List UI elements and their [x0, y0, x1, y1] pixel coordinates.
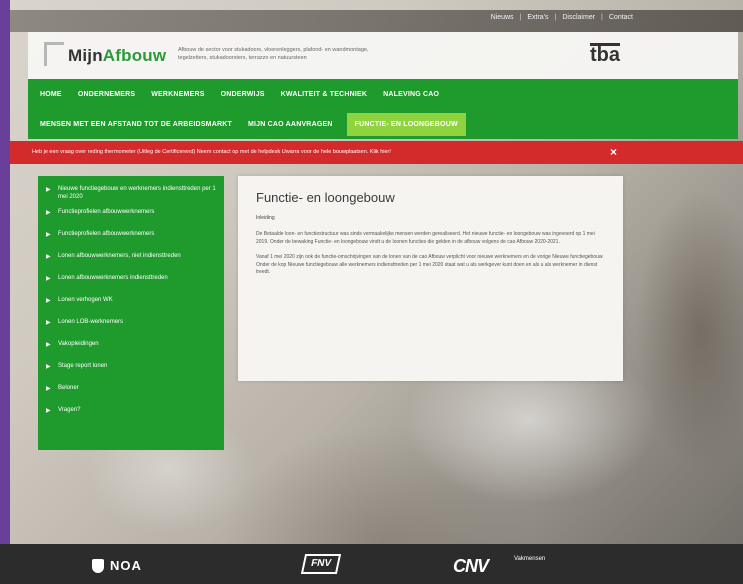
sidebar-item[interactable]: ▶ Functieprofielen afbouwwerknemers [38, 227, 224, 249]
main-nav-row-2: MENSEN MET EEN AFSTAND TOT DE ARBEIDSMAR… [28, 109, 738, 139]
sidebar-item[interactable]: ▶ Lonen afbouwwerknemers, niet indiensttr… [38, 249, 224, 271]
nav-kwaliteit-techniek[interactable]: KWALITEIT & TECHNIEK [279, 91, 369, 98]
top-link-contact[interactable]: Contact [609, 14, 633, 21]
chevron-right-icon: ▶ [46, 320, 51, 326]
logo-suffix: Afbouw [102, 46, 167, 65]
tba-logo[interactable]: tba [590, 43, 620, 65]
content-paragraph: De Betaalde loon- en functiestructuur wa… [256, 231, 595, 245]
page-background: Nieuws | Extra's | Disclaimer | Contact … [10, 0, 743, 584]
noa-logo[interactable]: NOA [92, 558, 142, 573]
nav-werknemers[interactable]: WERKNEMERS [149, 91, 206, 98]
top-links: Nieuws | Extra's | Disclaimer | Contact [491, 14, 633, 21]
close-icon[interactable]: × [610, 145, 617, 159]
sidebar-item[interactable]: ▶ Beloner [38, 381, 224, 403]
cnv-logo[interactable]: CNV [453, 556, 489, 577]
logo-icon[interactable] [44, 42, 64, 66]
separator: | [601, 14, 603, 21]
sidebar-item[interactable]: ▶ Nieuwe functiegebouw en werknemers indi… [38, 182, 224, 205]
top-utility-bar [10, 10, 743, 32]
content-panel: Functie- en loongebouw Inleiding De Beta… [238, 176, 623, 381]
alert-text[interactable]: Heb je een vraag over reding thermometer… [32, 149, 391, 155]
sidebar-menu: ▶ Nieuwe functiegebouw en werknemers indi… [38, 176, 224, 450]
chevron-right-icon: ▶ [46, 232, 51, 238]
chevron-right-icon: ▶ [46, 386, 51, 392]
nav-onderwijs[interactable]: ONDERWIJS [219, 91, 267, 98]
main-nav-row-1: HOME ONDERNEMERS WERKNEMERS ONDERWIJS KW… [28, 79, 738, 109]
cnv-vakmensen-label: Vakmensen [514, 556, 546, 562]
chevron-right-icon: ▶ [46, 298, 51, 304]
nav-home[interactable]: HOME [38, 91, 64, 98]
chevron-right-icon: ▶ [46, 408, 51, 414]
chevron-right-icon: ▶ [46, 187, 51, 193]
sidebar-item[interactable]: ▶ Lonen afbouwwerknemers indiensttreden [38, 271, 224, 293]
sidebar-item[interactable]: ▶ Vragen? [38, 403, 224, 425]
chevron-right-icon: ▶ [46, 364, 51, 370]
alert-banner: Heb je een vraag over reding thermometer… [10, 141, 743, 164]
chevron-right-icon: ▶ [46, 254, 51, 260]
noa-label: NOA [110, 558, 142, 573]
shield-icon [92, 558, 104, 573]
logo-prefix: Mijn [68, 46, 103, 65]
nav-naleving-cao[interactable]: NALEVING CAO [381, 91, 441, 98]
chevron-right-icon: ▶ [46, 210, 51, 216]
nav-functie-loongebouw[interactable]: FUNCTIE- EN LOONGEBOUW [346, 112, 466, 136]
top-link-extras[interactable]: Extra's [527, 14, 548, 21]
site-logo[interactable]: MijnAfbouw [68, 46, 166, 66]
site-tagline: Afbouw de sector voor stukadoors, vloere… [178, 47, 369, 61]
nav-mijn-cao[interactable]: MIJN CAO AANVRAGEN [246, 121, 335, 128]
nav-ondernemers[interactable]: ONDERNEMERS [76, 91, 137, 98]
chevron-right-icon: ▶ [46, 276, 51, 282]
sidebar-item[interactable]: ▶ Lonen LOB-werknemers [38, 315, 224, 337]
site-header: MijnAfbouw Afbouw de sector voor stukado… [28, 32, 738, 79]
sidebar-item[interactable]: ▶ Functieprofielen afbouwwerknemers [38, 205, 224, 227]
section-subtitle: Inleiding [256, 215, 275, 221]
separator: | [554, 14, 557, 21]
sidebar-item[interactable]: ▶ Stage report lonen [38, 359, 224, 381]
top-link-disclaimer[interactable]: Disclaimer [562, 14, 595, 21]
sidebar-item[interactable]: ▶ Vakopleidingen [38, 337, 224, 359]
nav-afstand-arbeidsmarkt[interactable]: MENSEN MET EEN AFSTAND TOT DE ARBEIDSMAR… [38, 121, 234, 128]
content-paragraph: Vanaf 1 mei 2020 zijn ook de functie-oms… [256, 254, 604, 275]
page-title: Functie- en loongebouw [256, 190, 395, 205]
fnv-logo[interactable]: FNV [300, 554, 342, 574]
chevron-right-icon: ▶ [46, 342, 51, 348]
separator: | [519, 14, 522, 21]
top-link-news[interactable]: Nieuws [491, 14, 514, 21]
sidebar-item[interactable]: ▶ Lonen verhogen WK [38, 293, 224, 315]
site-footer: NOA FNV CNV Vakmensen [0, 544, 743, 584]
